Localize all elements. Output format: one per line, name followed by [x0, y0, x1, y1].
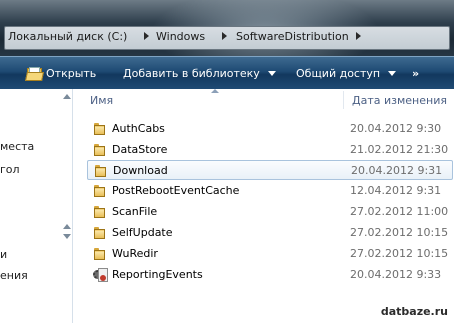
nav-item[interactable]: ения [0, 269, 28, 282]
breadcrumb-windows[interactable]: Windows [156, 30, 205, 43]
chevron-down-icon [267, 70, 276, 76]
file-row-datastore[interactable]: DataStore 21.02.2012 21:30 [87, 140, 453, 160]
file-date: 20.04.2012 9:30 [350, 122, 442, 135]
add-to-library-button[interactable]: Добавить в библиотеку [123, 65, 276, 81]
navigation-pane[interactable]: места гол и ения [0, 89, 73, 323]
file-date: 12.04.2012 9:31 [350, 184, 442, 197]
file-date: 20.04.2012 9:31 [351, 164, 443, 177]
folder-icon [94, 144, 106, 156]
column-divider[interactable] [343, 91, 344, 109]
open-folder-icon [25, 66, 44, 81]
command-bar: Открыть Добавить в библиотеку Общий дост… [0, 56, 454, 90]
open-button[interactable]: Открыть [25, 65, 97, 81]
file-date: 20.04.2012 9:33 [350, 268, 442, 281]
folder-icon [94, 185, 106, 197]
folder-icon [94, 206, 106, 218]
breadcrumb-local-disk[interactable]: Локальный диск (C:) [8, 30, 127, 43]
nav-item[interactable]: и [0, 248, 7, 261]
file-date: 21.02.2012 21:30 [350, 143, 449, 156]
column-header-date-modified[interactable]: Дата изменения [352, 94, 447, 107]
scroll-up-icon[interactable] [63, 94, 71, 99]
file-name: ScanFile [112, 205, 158, 218]
scroll-up-icon[interactable] [63, 224, 71, 229]
file-row-postrebooteventcache[interactable]: PostRebootEventCache 12.04.2012 9:31 [87, 181, 453, 201]
breadcrumb-softwaredistribution[interactable]: SoftwareDistribution [236, 30, 349, 43]
breadcrumb-separator-icon[interactable] [356, 32, 361, 40]
sort-ascending-icon [211, 89, 219, 93]
file-name: PostRebootEventCache [112, 184, 240, 197]
file-row-download[interactable]: Download 20.04.2012 9:31 [87, 160, 453, 180]
file-name: SelfUpdate [112, 226, 173, 239]
file-name: Download [113, 164, 168, 177]
file-row-scanfile[interactable]: ScanFile 27.02.2012 11:00 [87, 202, 453, 222]
file-name: AuthCabs [112, 122, 165, 135]
folder-icon [94, 227, 106, 239]
breadcrumb-separator-icon[interactable] [222, 32, 227, 40]
watermark: datbaze.ru [380, 305, 448, 318]
folder-icon [94, 123, 106, 135]
open-label: Открыть [46, 66, 97, 80]
file-row-selfupdate[interactable]: SelfUpdate 27.02.2012 10:15 [87, 223, 453, 243]
file-date: 27.02.2012 11:00 [350, 205, 449, 218]
file-name: DataStore [112, 143, 168, 156]
file-row-reportingevents[interactable]: ReportingEvents 20.04.2012 9:33 [87, 265, 453, 285]
address-bar-area: Локальный диск (C:) Windows SoftwareDist… [0, 0, 454, 56]
file-name: ReportingEvents [112, 268, 203, 281]
add-to-library-label: Добавить в библиотеку [123, 66, 260, 80]
folder-icon [95, 165, 107, 177]
event-log-icon [93, 268, 108, 282]
file-row-wuredir[interactable]: WuRedir 27.02.2012 10:15 [87, 244, 453, 264]
nav-item[interactable]: гол [0, 163, 20, 176]
chevron-down-icon [388, 70, 397, 76]
nav-item[interactable]: места [0, 140, 34, 153]
more-commands-button[interactable]: » [412, 65, 419, 81]
file-row-authcabs[interactable]: AuthCabs 20.04.2012 9:30 [87, 119, 453, 139]
share-label: Общий доступ [296, 66, 381, 80]
share-button[interactable]: Общий доступ [296, 65, 397, 81]
file-list[interactable]: Имя Дата изменения AuthCabs 20.04.2012 9… [73, 89, 454, 323]
file-date: 27.02.2012 10:15 [350, 247, 449, 260]
breadcrumb-separator-icon[interactable] [144, 32, 149, 40]
file-date: 27.02.2012 10:15 [350, 226, 449, 239]
column-header-name[interactable]: Имя [90, 94, 113, 107]
folder-icon [94, 248, 106, 260]
file-name: WuRedir [112, 247, 158, 260]
scroll-down-icon[interactable] [63, 234, 71, 239]
